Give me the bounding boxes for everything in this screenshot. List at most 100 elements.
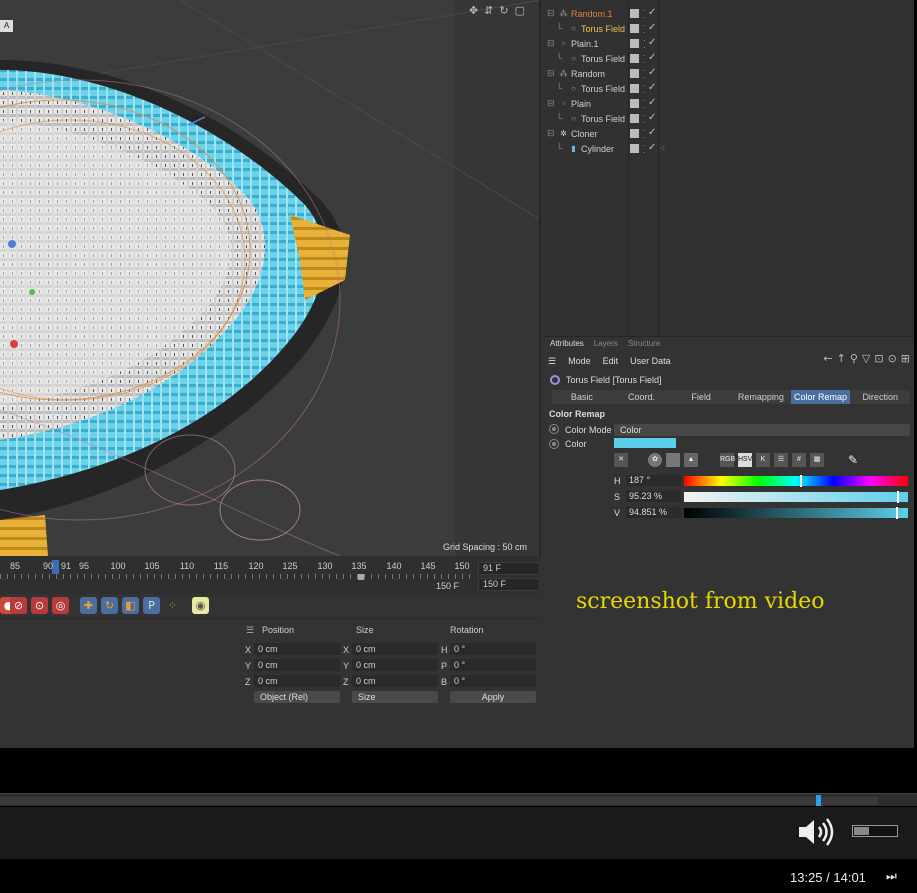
subtab-color-remap[interactable]: Color Remap <box>790 390 851 404</box>
seek-bar[interactable] <box>0 793 917 806</box>
visibility-dots-icon[interactable]: · · <box>643 67 646 82</box>
object-row[interactable]: ⊟ ⁂ Random.1 · · ✓ <box>544 7 914 22</box>
collapse-toggle-icon[interactable]: ⊟ <box>547 128 555 139</box>
keyframe-selection-icon[interactable]: ◎ <box>52 597 69 614</box>
object-name[interactable]: Cloner <box>571 129 598 139</box>
object-name[interactable]: Cylinder <box>581 144 614 154</box>
hue-slider-handle[interactable] <box>800 475 802 487</box>
timeline-ruler[interactable]: 85 90 91 95 100 105 110 115 120 125 130 … <box>0 559 472 587</box>
enabled-check-icon[interactable]: ✓ <box>648 7 656 18</box>
value-field[interactable]: 94.851 % <box>626 507 681 518</box>
animate-color-mode-radio[interactable] <box>549 424 559 434</box>
enabled-check-icon[interactable]: ✓ <box>648 82 656 93</box>
timeline[interactable]: 85 90 91 95 100 105 110 115 120 125 130 … <box>0 556 541 594</box>
collapse-toggle-icon[interactable]: ⊟ <box>547 38 555 49</box>
collapse-toggle-icon[interactable]: ⊟ <box>547 98 555 109</box>
visibility-dots-icon[interactable]: · · <box>643 97 646 112</box>
3d-viewport[interactable]: A ✥ ⇵ ↻ ▢ Grid Spacing : 50 cm <box>0 0 541 556</box>
timeline-playhead[interactable] <box>52 560 59 574</box>
object-row[interactable]: └ ▮ Cylinder · · ✓ ⁖ <box>544 142 914 157</box>
hue-slider[interactable] <box>684 475 908 487</box>
rotation-key-icon[interactable]: ↻ <box>101 597 118 614</box>
material-tag-icon[interactable]: ⁖ <box>660 143 665 154</box>
rgb-mode-icon[interactable]: RGB <box>720 453 735 467</box>
tab-attributes[interactable]: Attributes <box>550 337 584 351</box>
visibility-dots-icon[interactable]: · · <box>643 142 646 157</box>
subtab-remapping[interactable]: Remapping <box>731 390 791 404</box>
animate-color-radio[interactable] <box>549 439 559 449</box>
visibility-dots-icon[interactable]: · · <box>643 112 646 127</box>
object-row[interactable]: └ ○ Torus Field · · ✓ <box>544 112 914 127</box>
settings-icon[interactable]: ⊙ <box>888 352 897 365</box>
object-name[interactable]: Torus Field <box>581 54 625 64</box>
size-y-field[interactable]: 0 cm <box>352 659 438 671</box>
enabled-check-icon[interactable]: ✓ <box>648 22 656 33</box>
size-z-field[interactable]: 0 cm <box>352 675 438 687</box>
new-panel-icon[interactable]: ⊞ <box>901 352 910 365</box>
menu-icon[interactable]: ☰ <box>548 354 556 368</box>
kelvin-mode-icon[interactable]: K <box>756 453 770 467</box>
object-name[interactable]: Random.1 <box>571 9 613 19</box>
object-name[interactable]: Plain <box>571 99 591 109</box>
visibility-dots-icon[interactable]: · · <box>643 52 646 67</box>
layer-box-icon[interactable] <box>630 9 639 18</box>
object-row[interactable]: ⊟ ▫ Plain.1 · · ✓ <box>544 37 914 52</box>
value-slider-handle[interactable] <box>896 507 898 519</box>
layer-box-icon[interactable] <box>630 69 639 78</box>
hue-field[interactable]: 187 ° <box>626 475 681 486</box>
color-swatch[interactable] <box>614 438 676 448</box>
swatches-icon[interactable]: ▦ <box>810 453 824 467</box>
up-arrow-icon[interactable]: ↑ <box>837 352 846 365</box>
record-icon[interactable]: ⊘ <box>10 597 27 614</box>
enabled-check-icon[interactable]: ✓ <box>648 67 656 78</box>
subtab-direction[interactable]: Direction <box>850 390 910 404</box>
layer-box-icon[interactable] <box>630 114 639 123</box>
menu-edit[interactable]: Edit <box>603 354 619 368</box>
hex-icon[interactable]: # <box>792 453 806 467</box>
enabled-check-icon[interactable]: ✓ <box>648 112 656 123</box>
color-mode-dropdown[interactable]: Color <box>614 424 910 436</box>
enabled-check-icon[interactable]: ✓ <box>648 127 656 138</box>
position-key-icon[interactable]: ✚ <box>80 597 97 614</box>
object-name[interactable]: Plain.1 <box>571 39 599 49</box>
visibility-dots-icon[interactable]: · · <box>643 22 646 37</box>
lock-icon[interactable]: ⊡ <box>874 352 883 365</box>
saturation-field[interactable]: 95.23 % <box>626 491 681 502</box>
scale-key-icon[interactable]: ◧ <box>122 597 139 614</box>
subtab-field[interactable]: Field <box>671 390 731 404</box>
layer-box-icon[interactable] <box>630 99 639 108</box>
move-view-icon[interactable]: ✥ <box>469 4 478 17</box>
apply-button[interactable]: Apply <box>450 691 536 703</box>
filter-icon[interactable]: ▽ <box>862 352 870 365</box>
saturation-slider[interactable] <box>684 491 908 503</box>
point-level-icon[interactable]: ⁘ <box>164 597 181 614</box>
menu-user-data[interactable]: User Data <box>630 354 671 368</box>
object-row[interactable]: └ ○ Torus Field · · ✓ <box>544 82 914 97</box>
visibility-dots-icon[interactable]: · · <box>643 37 646 52</box>
position-y-field[interactable]: 0 cm <box>254 659 340 671</box>
collapse-toggle-icon[interactable]: ⊟ <box>547 8 555 19</box>
rotation-h-field[interactable]: 0 ° <box>450 643 536 655</box>
object-name[interactable]: Torus Field <box>581 84 625 94</box>
layer-box-icon[interactable] <box>630 39 639 48</box>
parameter-key-icon[interactable]: P <box>143 597 160 614</box>
seek-handle[interactable] <box>816 795 821 806</box>
layer-box-icon[interactable] <box>630 144 639 153</box>
layer-box-icon[interactable] <box>630 129 639 138</box>
eyedropper-icon[interactable]: ✎ <box>846 453 860 467</box>
size-x-field[interactable]: 0 cm <box>352 643 438 655</box>
enabled-check-icon[interactable]: ✓ <box>648 142 656 153</box>
rotate-view-icon[interactable]: ↻ <box>499 4 508 17</box>
object-row[interactable]: └ ○ Torus Field · · ✓ <box>544 52 914 67</box>
current-frame-field[interactable]: 91 F <box>478 562 540 575</box>
object-row[interactable]: ⊟ ⁂ Random · · ✓ <box>544 67 914 82</box>
saturation-slider-handle[interactable] <box>897 491 899 503</box>
position-x-field[interactable]: 0 cm <box>254 643 340 655</box>
subtab-basic[interactable]: Basic <box>552 390 612 404</box>
object-name[interactable]: Random <box>571 69 605 79</box>
search-icon[interactable]: ⚲ <box>850 352 858 365</box>
menu-icon[interactable]: ☰ <box>246 625 254 636</box>
object-row[interactable]: ⊟ ✲ Cloner · · ✓ <box>544 127 914 142</box>
visibility-dots-icon[interactable]: · · <box>643 127 646 142</box>
object-row[interactable]: ⊟ ▫ Plain · · ✓ <box>544 97 914 112</box>
